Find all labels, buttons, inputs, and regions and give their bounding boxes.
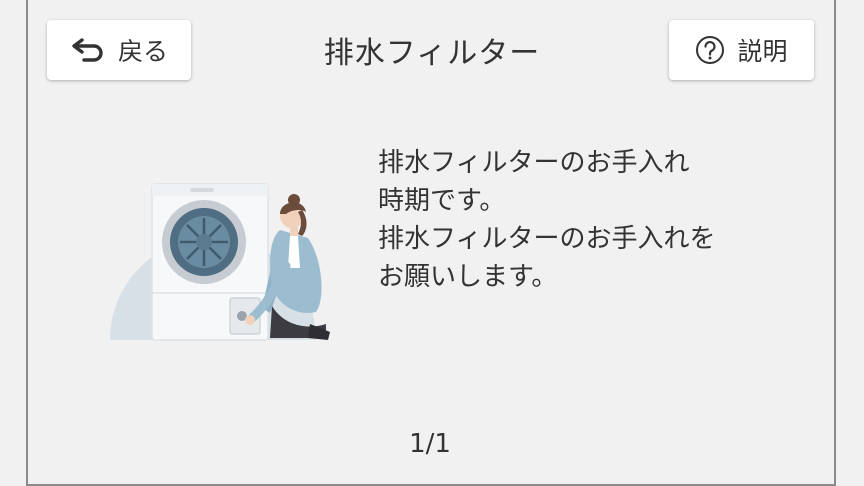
help-button-label: 説明 <box>737 37 788 66</box>
washing-machine-filter-cleaning-illustration <box>94 148 354 348</box>
back-button[interactable]: 戻る <box>47 20 191 80</box>
message-line: お願いします。 <box>378 262 558 292</box>
message-text: 排水フィルターのお手入れ 時期です。 排水フィルターのお手入れを お願いします。 <box>378 144 798 296</box>
question-circle-icon <box>695 35 725 65</box>
page-title: 排水フィルター <box>323 36 541 71</box>
message-line: 排水フィルターのお手入れを <box>378 224 716 254</box>
return-arrow-icon <box>70 37 106 63</box>
message-line: 時期です。 <box>378 186 506 216</box>
message-line: 排水フィルターのお手入れ <box>378 148 690 178</box>
help-button[interactable]: 説明 <box>669 20 814 80</box>
back-button-label: 戻る <box>117 37 168 66</box>
page-indicator: 1/1 <box>409 429 451 459</box>
